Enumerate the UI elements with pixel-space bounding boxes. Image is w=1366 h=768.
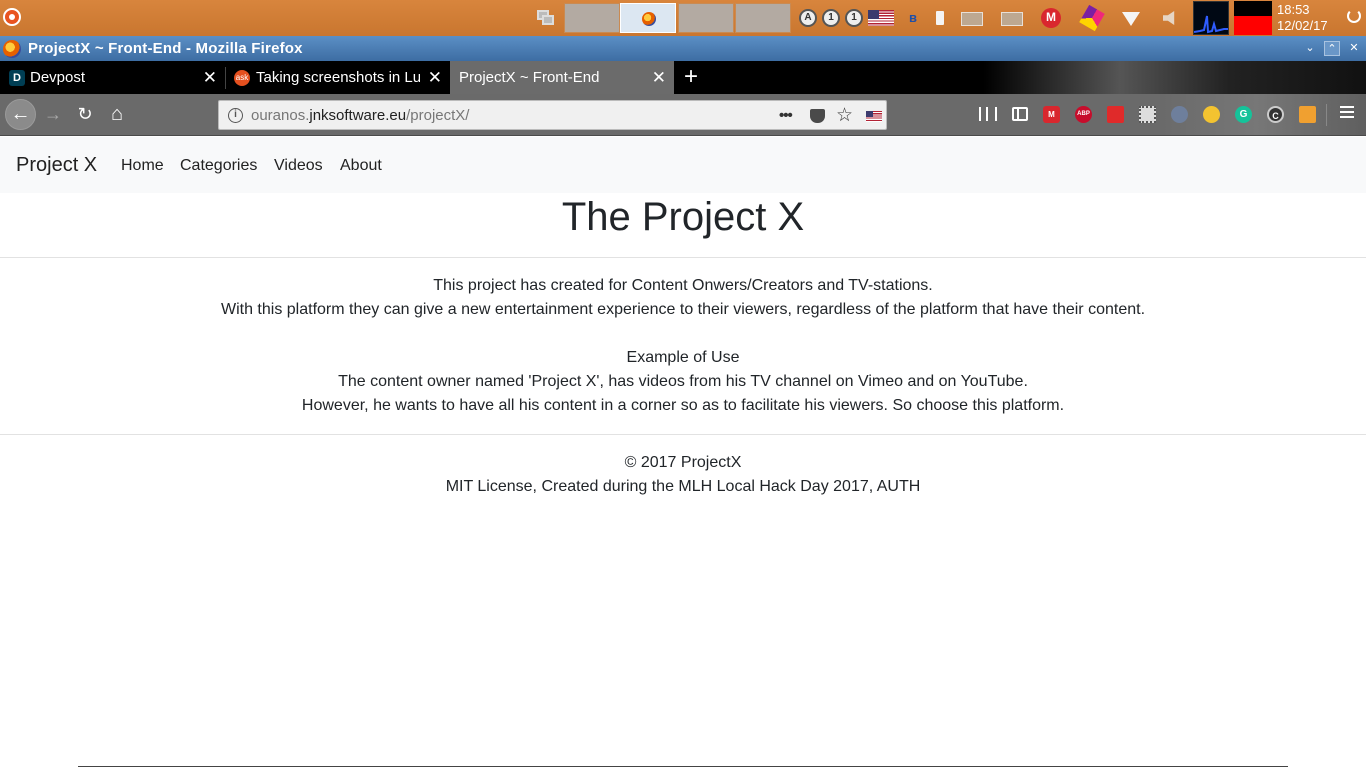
us-flag-icon[interactable] (868, 10, 894, 26)
tab-projectx[interactable]: ProjectX ~ Front-End ✕ (450, 61, 674, 94)
grammarly-icon[interactable]: G (1235, 106, 1252, 123)
example-line-2: However, he wants to have all his conten… (301, 397, 1065, 414)
firefox-logo-icon (3, 40, 21, 58)
top-panel: A 1 1 ʙ M 18:53 12/02/17 (0, 0, 1366, 36)
close-window-button[interactable]: ✕ (1346, 41, 1362, 56)
pen-extension-icon[interactable] (1107, 106, 1124, 123)
forward-button[interactable]: → (41, 102, 65, 126)
window-titlebar: ProjectX ~ Front-End - Mozilla Firefox ⌄… (0, 36, 1366, 61)
firefox-icon (642, 12, 656, 26)
info-icon[interactable]: i (228, 108, 243, 123)
workspace-switcher-icon[interactable] (537, 10, 555, 26)
tab-screenshots[interactable]: ask Taking screenshots in Lub ✕ (226, 61, 450, 94)
rss-icon[interactable] (1299, 106, 1316, 123)
tab-strip: D Devpost ✕ ask Taking screenshots in Lu… (0, 61, 1366, 94)
minimize-button[interactable]: ⌄ (1302, 41, 1318, 56)
indicator-2-icon[interactable]: 1 (845, 9, 863, 27)
url-prefix: ouranos. (251, 107, 310, 124)
tab-label: ProjectX ~ Front-End (459, 69, 600, 86)
ask-favicon-icon: ask (234, 70, 250, 86)
close-tab-icon[interactable]: ✕ (203, 61, 217, 94)
url-text[interactable]: ouranos.jnksoftware.eu/projectX/ (251, 107, 469, 124)
mega-icon[interactable]: M (1041, 8, 1061, 28)
intro-line-2: With this platform they can give a new e… (220, 301, 1146, 318)
url-path: /projectX/ (406, 107, 470, 124)
clock-date: 12/02/17 (1277, 18, 1328, 33)
nav-toolbar: ← → ↻ ⌂ i ouranos.jnksoftware.eu/project… (0, 94, 1366, 136)
emoji-icon[interactable] (1203, 106, 1220, 123)
window-title: ProjectX ~ Front-End - Mozilla Firefox (28, 40, 303, 57)
nav-link-categories[interactable]: Categories (180, 157, 257, 175)
keyboard-a-icon[interactable]: A (799, 9, 817, 27)
close-tab-icon[interactable]: ✕ (652, 61, 666, 94)
clock-time: 18:53 (1277, 2, 1310, 17)
bluetooth-icon[interactable]: ʙ (904, 9, 922, 27)
wifi-icon[interactable] (1122, 12, 1140, 26)
footer-copyright: © 2017 ProjectX (624, 454, 742, 471)
example-heading: Example of Use (626, 349, 740, 366)
bookmark-star-icon[interactable]: ☆ (836, 106, 853, 125)
nav-link-home[interactable]: Home (121, 157, 164, 175)
home-button[interactable]: ⌂ (105, 102, 129, 126)
cast-icon[interactable] (961, 12, 983, 26)
maximize-button[interactable]: ⌃ (1324, 41, 1340, 56)
new-tab-button[interactable]: + (680, 61, 702, 94)
sidebar-icon[interactable] (1012, 107, 1028, 121)
indicator-1-icon[interactable]: 1 (822, 9, 840, 27)
globe-extension-icon[interactable] (1171, 106, 1188, 123)
volume-icon[interactable] (1163, 11, 1175, 25)
footer-license: MIT License, Created during the MLH Loca… (445, 478, 921, 495)
example-line-1: The content owner named 'Project X', has… (338, 373, 1028, 390)
library-icon[interactable] (979, 107, 997, 121)
page-title: The Project X (561, 195, 805, 239)
url-bar[interactable]: i ouranos.jnksoftware.eu/projectX/ ••• ☆ (218, 100, 887, 130)
close-tab-icon[interactable]: ✕ (428, 61, 442, 94)
site-navbar: Project X Home Categories Videos About (0, 137, 1366, 193)
tab-label: Devpost (30, 69, 86, 86)
battery-icon[interactable] (936, 11, 944, 25)
devpost-favicon-icon: D (9, 70, 25, 86)
bottom-border (78, 766, 1288, 767)
qr-code-icon[interactable] (1139, 106, 1156, 123)
tab-devpost[interactable]: D Devpost ✕ (0, 61, 225, 94)
window-thumbnail-firefox[interactable] (620, 3, 676, 33)
adblock-plus-icon[interactable]: ABP (1075, 106, 1092, 123)
back-button[interactable]: ← (5, 99, 36, 130)
tab-label: Taking screenshots in Lub (256, 69, 420, 86)
toolbar-separator (1326, 104, 1327, 126)
nav-link-about[interactable]: About (340, 157, 382, 175)
mega-extension-icon[interactable]: M (1043, 106, 1060, 123)
system-monitor-graph[interactable] (1193, 1, 1229, 35)
pocket-icon[interactable] (810, 109, 825, 123)
divider (0, 434, 1366, 435)
url-host: jnksoftware.eu (309, 107, 407, 124)
page-actions-icon[interactable]: ••• (779, 107, 793, 125)
reload-button[interactable]: ↻ (73, 102, 97, 126)
app-cube-icon[interactable] (1079, 4, 1105, 32)
network-monitor-graph[interactable] (1234, 1, 1272, 35)
clock[interactable]: 18:53 12/02/17 (1277, 2, 1328, 34)
menu-icon[interactable] (1340, 106, 1354, 120)
cast-2-icon[interactable] (1001, 12, 1023, 26)
power-icon[interactable] (1347, 9, 1361, 23)
us-flag-icon[interactable] (866, 111, 882, 122)
window-thumbnail-1[interactable] (564, 3, 620, 33)
site-brand[interactable]: Project X (16, 154, 97, 177)
divider (0, 257, 1366, 258)
nav-link-videos[interactable]: Videos (274, 157, 323, 175)
window-thumbnail-3[interactable] (678, 3, 734, 33)
ubuntu-logo-icon[interactable] (3, 8, 21, 26)
intro-line-1: This project has created for Content Onw… (433, 277, 933, 294)
c-extension-icon[interactable]: C (1267, 106, 1284, 123)
window-thumbnail-4[interactable] (735, 3, 791, 33)
